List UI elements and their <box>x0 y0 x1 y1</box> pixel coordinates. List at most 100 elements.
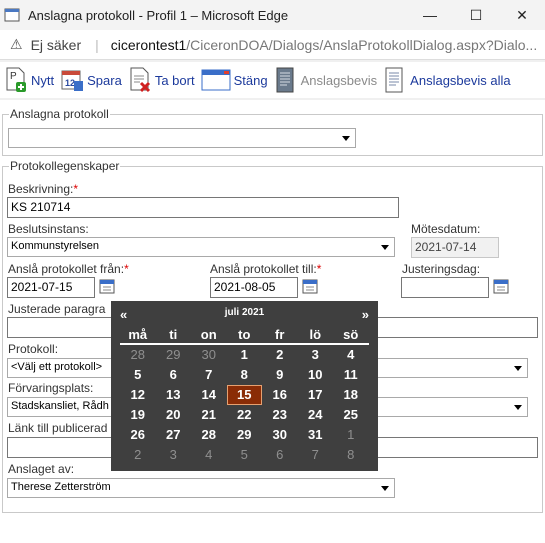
chevron-down-icon <box>378 240 392 254</box>
calendar-icon[interactable] <box>99 278 115 294</box>
calendar-day[interactable]: 12 <box>120 385 156 405</box>
calendar-day[interactable]: 9 <box>262 365 298 385</box>
certificate-all-button[interactable]: Anslagsbevis alla <box>383 63 511 97</box>
calendar-day[interactable]: 2 <box>120 445 156 465</box>
calendar-month-label: juli 2021 <box>224 307 265 318</box>
close-icon: ✕ <box>516 6 528 23</box>
calendar-day[interactable]: 29 <box>156 345 192 365</box>
not-secure-label[interactable]: Ej säker <box>31 37 82 53</box>
calendar-day[interactable]: 7 <box>298 445 334 465</box>
warning-icon[interactable]: ⚠ <box>10 36 23 53</box>
calendar-header: juli 2021 « » <box>111 307 378 322</box>
calendar-day[interactable]: 21 <box>191 405 227 425</box>
minimize-button[interactable]: — <box>407 0 453 30</box>
decision-body-select[interactable]: Kommunstyrelsen <box>7 237 395 257</box>
calendar-day[interactable]: 8 <box>333 445 369 465</box>
protocol-value: <Välj ett protokoll> <box>11 361 103 373</box>
save-button-label: Spara <box>87 72 122 88</box>
calendar-day[interactable]: 13 <box>156 385 192 405</box>
calendar-day[interactable]: 10 <box>298 365 334 385</box>
calendar-day[interactable]: 8 <box>227 365 263 385</box>
close-dialog-button[interactable]: Stäng <box>201 63 268 97</box>
maximize-button[interactable]: ☐ <box>453 0 499 30</box>
adjust-day-input[interactable] <box>401 277 489 298</box>
adjust-day-label: Justeringsdag: <box>402 262 481 276</box>
previous-month-button[interactable]: « <box>120 307 127 322</box>
url-path: /CiceronDOA/Dialogs/AnslaProtokollDialog… <box>186 36 538 53</box>
decision-body-label: Beslutsinstans: <box>8 222 89 236</box>
close-window-button[interactable]: ✕ <box>499 0 545 30</box>
calendar-day[interactable]: 16 <box>262 385 298 405</box>
weekday-label: fr <box>275 327 285 342</box>
address-separator: | <box>95 36 99 53</box>
calendar-day[interactable]: 18 <box>333 385 369 405</box>
calendar-day[interactable]: 5 <box>227 445 263 465</box>
chevron-down-icon <box>511 361 525 375</box>
calendar-day[interactable]: 30 <box>191 345 227 365</box>
calendar-day[interactable]: 28 <box>191 425 227 445</box>
calendar-icon[interactable] <box>493 278 509 294</box>
weekday-label: on <box>200 327 217 342</box>
description-input[interactable]: KS 210714 <box>7 197 399 218</box>
delete-button[interactable]: Ta bort <box>128 63 195 97</box>
chevron-down-icon <box>511 400 525 414</box>
window-close-icon <box>201 69 231 91</box>
calendar-day[interactable]: 14 <box>191 385 227 405</box>
calendar-day[interactable]: 6 <box>156 365 192 385</box>
weekday-label: to <box>238 327 251 342</box>
calendar-day[interactable]: 28 <box>120 345 156 365</box>
certificate-button[interactable]: Anslagsbevis <box>274 63 378 97</box>
save-calendar-icon: 12 <box>61 70 84 91</box>
meeting-date-label: Mötesdatum: <box>411 222 481 236</box>
post-to-input[interactable]: 2021-08-05 <box>210 277 298 298</box>
url-text[interactable]: ciceron​test1/CiceronDOA/Dialogs/AnslaPr… <box>111 37 537 53</box>
calendar-day[interactable]: 30 <box>262 425 298 445</box>
save-button[interactable]: 12 Spara <box>60 63 122 97</box>
new-document-icon: P <box>6 67 26 92</box>
calendar-day[interactable]: 4 <box>191 445 227 465</box>
calendar-day[interactable]: 11 <box>333 365 369 385</box>
calendar-day[interactable]: 25 <box>333 405 369 425</box>
calendar-day[interactable]: 7 <box>191 365 227 385</box>
calendar-day[interactable]: 2 <box>262 345 298 365</box>
calendar-day[interactable]: 5 <box>120 365 156 385</box>
calendar-day[interactable]: 1 <box>333 425 369 445</box>
description-label: Beskrivning:* <box>8 182 79 196</box>
calendar-week-row: 19 20 21 22 23 24 25 <box>120 405 369 425</box>
calendar-day[interactable]: 17 <box>298 385 334 405</box>
new-button[interactable]: P Nytt <box>4 63 54 97</box>
calendar-day[interactable]: 31 <box>298 425 334 445</box>
calendar-day[interactable]: 22 <box>227 405 263 425</box>
calendar-day[interactable]: 19 <box>120 405 156 425</box>
next-month-button[interactable]: » <box>362 307 369 322</box>
calendar-grid: må ti on to fr lö sö 28 29 30 1 2 3 4 5 6 7 8 9 10 11 12 13 14 1… <box>120 325 369 465</box>
calendar-day[interactable]: 3 <box>298 345 334 365</box>
calendar-week-row: 12 13 14 15 16 17 18 <box>120 385 369 405</box>
posted-by-select[interactable]: Therese Zetterström <box>7 478 395 498</box>
calendar-day[interactable]: 24 <box>298 405 334 425</box>
calendar-day[interactable]: 20 <box>156 405 192 425</box>
calendar-week-row: 26 27 28 29 30 31 1 <box>120 425 369 445</box>
calendar-day[interactable]: 27 <box>156 425 192 445</box>
calendar-day[interactable]: 4 <box>333 345 369 365</box>
svg-text:P: P <box>10 71 17 82</box>
dialog-toolbar: P Nytt 12 Spara Ta bort Stäng Anslagsbev… <box>0 62 545 98</box>
published-protocols-select[interactable] <box>8 128 356 148</box>
weekday-label: lö <box>309 327 322 342</box>
post-from-input[interactable]: 2021-07-15 <box>7 277 95 298</box>
calendar-day[interactable]: 6 <box>262 445 298 465</box>
calendar-day[interactable]: 26 <box>120 425 156 445</box>
weekday-header-row: må ti on to fr lö sö <box>120 325 369 345</box>
posted-by-value: Therese Zetterström <box>11 481 111 493</box>
delete-document-icon <box>130 67 150 93</box>
calendar-day[interactable]: 23 <box>262 405 298 425</box>
calendar-day-selected[interactable]: 15 <box>226 385 262 405</box>
calendar-day[interactable]: 29 <box>227 425 263 445</box>
chevron-down-icon <box>339 131 353 145</box>
certificate-button-label: Anslagsbevis <box>300 72 378 88</box>
calendar-day[interactable]: 1 <box>227 345 263 365</box>
storage-value: Stadskansliet, Rådh <box>11 400 109 412</box>
address-bar[interactable]: ⚠ Ej säker | ciceron​test1/CiceronDOA/Di… <box>0 30 545 60</box>
calendar-day[interactable]: 3 <box>156 445 192 465</box>
calendar-icon[interactable] <box>302 278 318 294</box>
